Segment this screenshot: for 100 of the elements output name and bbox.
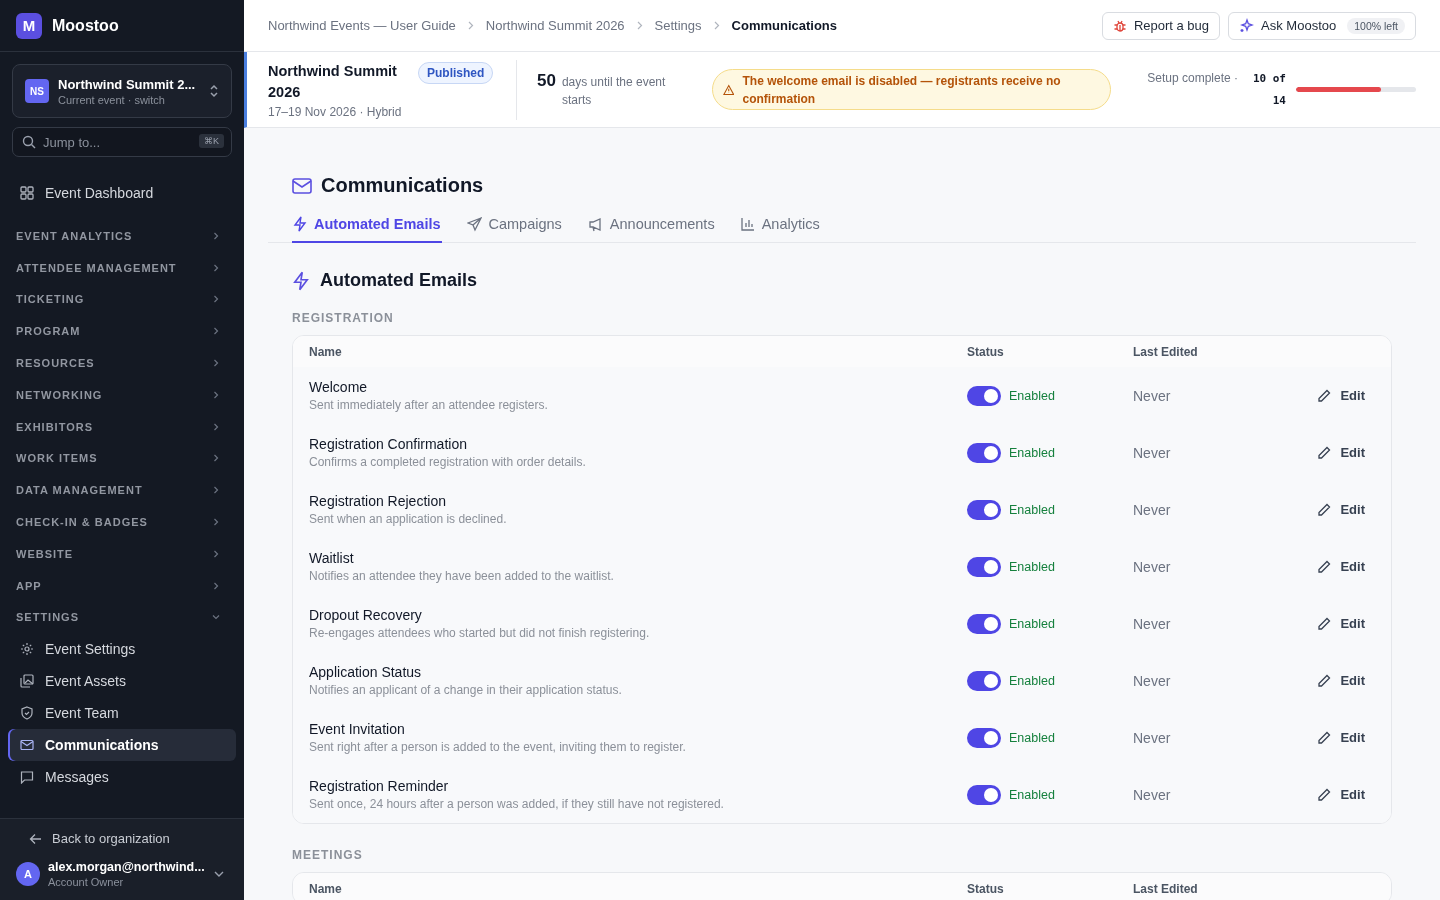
sidebar-item[interactable]: Event Assets <box>8 665 236 698</box>
countdown-number: 50 <box>537 70 556 91</box>
page-title: Communications <box>321 174 484 197</box>
section-header[interactable]: APP <box>8 569 236 602</box>
shield-icon <box>20 706 34 721</box>
section-header[interactable]: DATA MANAGEMENT <box>8 474 236 507</box>
section-header[interactable]: RESOURCES <box>8 347 236 379</box>
edit-button[interactable]: Edit <box>1317 555 1365 578</box>
status-text: Enabled <box>1009 787 1055 802</box>
breadcrumb-link[interactable]: Northwind Events — User Guide <box>268 18 456 33</box>
event-switcher[interactable]: NS Northwind Summit 2... Current event · switch <box>12 64 232 118</box>
toggle-switch[interactable] <box>967 670 1001 691</box>
paper-plane-icon <box>466 216 482 232</box>
tab[interactable]: Campaigns <box>465 207 563 243</box>
ask-assistant-button[interactable]: Ask Moostoo 100% left <box>1228 11 1416 40</box>
setup-label: Setup complete · <box>1147 70 1238 85</box>
column-header: Last Edited <box>1133 881 1199 896</box>
section-header[interactable]: ATTENDEE MANAGEMENT <box>8 251 236 284</box>
chevron-icon <box>212 486 220 495</box>
table-cell-text: Never <box>1133 444 1172 461</box>
sidebar-item[interactable]: Communications <box>8 729 236 762</box>
chevron-right-icon <box>467 21 474 30</box>
email-name: Registration Confirmation <box>309 436 468 452</box>
email-description: Sent when an application is declined. <box>309 512 508 526</box>
section-header[interactable]: SETTINGS <box>8 601 236 634</box>
image-icon <box>20 674 34 689</box>
edit-button[interactable]: Edit <box>1317 384 1365 407</box>
report-bug-button[interactable]: Report a bug <box>1101 11 1221 40</box>
event-subtitle: Current event · switch <box>58 93 166 106</box>
toggle-switch[interactable] <box>967 784 1001 805</box>
edit-button[interactable]: Edit <box>1317 441 1365 464</box>
email-name: Event Invitation <box>309 721 406 737</box>
email-name: Application Status <box>309 664 423 680</box>
section-title: Automated Emails <box>320 270 478 291</box>
section-header[interactable]: CHECK-IN & BADGES <box>8 506 236 538</box>
usage-badge: 100% left <box>1347 17 1405 34</box>
edit-button[interactable]: Edit <box>1317 669 1365 692</box>
chevron-up-down-icon <box>209 84 219 98</box>
email-name: Dropout Recovery <box>309 607 423 623</box>
sidebar-item[interactable]: Event Dashboard <box>8 177 236 209</box>
email-description: Re-engages attendees who started but did not finish registering. <box>309 626 651 640</box>
event-title: Northwind Summit 2026 <box>268 61 398 102</box>
status-text: Enabled <box>1009 559 1055 574</box>
edit-button[interactable]: Edit <box>1317 783 1365 806</box>
toggle-switch[interactable] <box>967 385 1001 406</box>
section-header[interactable]: WORK ITEMS <box>8 442 236 475</box>
lightning-icon <box>292 270 310 291</box>
breadcrumb-link[interactable]: Northwind Summit 2026 <box>485 18 625 33</box>
breadcrumb-link[interactable]: Settings <box>654 18 702 33</box>
chevron-icon <box>212 327 220 336</box>
toggle-switch[interactable] <box>967 613 1001 634</box>
chevron-icon <box>212 295 220 304</box>
user-avatar: A <box>16 862 40 886</box>
sidebar-item[interactable]: Event Team <box>8 697 236 730</box>
megaphone-icon <box>587 216 603 232</box>
section-header[interactable]: EVENT ANALYTICS <box>8 220 236 252</box>
sidebar-item[interactable]: Messages <box>8 761 236 794</box>
edit-button[interactable]: Edit <box>1317 726 1365 749</box>
breadcrumb-link[interactable]: Communications <box>731 18 838 33</box>
email-description: Notifies an applicant of a change in their application status. <box>309 683 623 697</box>
tab[interactable]: Automated Emails <box>292 207 442 243</box>
chevron-icon <box>212 231 220 240</box>
status-text: Enabled <box>1009 616 1055 631</box>
toggle-switch[interactable] <box>967 556 1001 577</box>
section-header[interactable]: NETWORKING <box>8 379 236 411</box>
gear-icon <box>20 642 34 657</box>
section-header[interactable]: EXHIBITORS <box>8 410 236 443</box>
edit-button[interactable]: Edit <box>1317 498 1365 521</box>
toggle-switch[interactable] <box>967 499 1001 520</box>
toggle-switch[interactable] <box>967 727 1001 748</box>
chevron-icon <box>212 454 220 463</box>
toggle-switch[interactable] <box>967 442 1001 463</box>
status-text: Enabled <box>1009 730 1055 745</box>
user-menu[interactable]: A alex.morgan@northwind... Account Owner <box>16 860 232 888</box>
email-description: Confirms a completed registration with order details. <box>309 455 587 469</box>
column-header: Status <box>967 344 1005 359</box>
pencil-icon <box>1317 787 1332 802</box>
status-text: Enabled <box>1009 388 1055 403</box>
chevron-icon <box>212 581 220 590</box>
table-cell-text: Never <box>1133 729 1172 746</box>
mail-icon <box>20 738 34 753</box>
sidebar-item[interactable]: Event Settings <box>8 633 236 666</box>
pencil-icon <box>1317 730 1332 745</box>
tab[interactable]: Analytics <box>739 207 821 243</box>
section-header[interactable]: TICKETING <box>8 283 236 316</box>
tab[interactable]: Announcements <box>586 207 716 243</box>
chevron-icon <box>212 263 220 272</box>
edit-button[interactable]: Edit <box>1317 612 1365 635</box>
arrow-left-icon <box>29 832 42 845</box>
back-link[interactable]: Back to organization <box>16 831 232 846</box>
table-cell-text: Never <box>1133 615 1172 632</box>
column-header: Name <box>309 344 343 359</box>
sparkle-icon <box>1239 18 1255 33</box>
bug-icon <box>1112 18 1127 33</box>
email-name: Registration Rejection <box>309 493 447 509</box>
chevron-icon <box>212 518 220 527</box>
lightning-icon <box>293 216 307 232</box>
section-header[interactable]: PROGRAM <box>8 315 236 348</box>
section-header[interactable]: WEBSITE <box>8 537 236 570</box>
user-email: alex.morgan@northwind... <box>48 860 206 874</box>
